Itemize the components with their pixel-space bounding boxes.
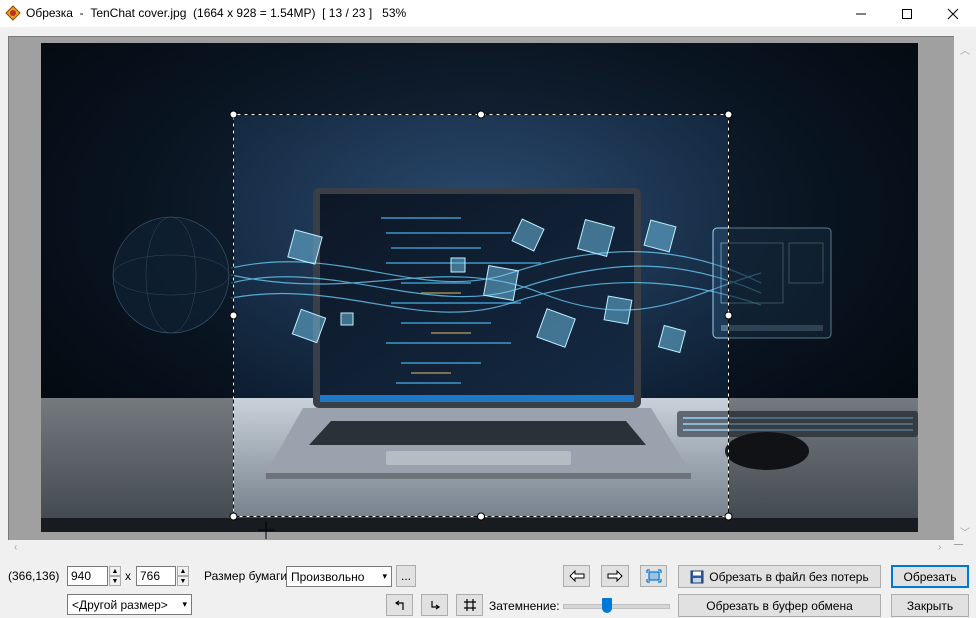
arrow-right-icon xyxy=(607,570,623,582)
arrow-left-icon xyxy=(568,570,584,582)
dim-slider-thumb[interactable] xyxy=(602,598,613,613)
scroll-up-icon[interactable]: ︿ xyxy=(960,42,970,57)
crop-handle-top xyxy=(477,110,485,119)
grid-toggle-button[interactable] xyxy=(456,594,483,616)
rotate-left-icon xyxy=(394,600,404,610)
crop-width-field[interactable]: 940 xyxy=(67,566,108,586)
crop-height-field[interactable]: 766 xyxy=(136,566,176,586)
close-button[interactable]: Закрыть xyxy=(891,594,969,617)
crop-clipboard-button[interactable]: Обрезать в буфер обмена xyxy=(678,594,881,617)
scroll-down-icon[interactable]: ﹀ xyxy=(960,524,970,539)
crop-lossless-button[interactable]: Обрезать в файл без потерь xyxy=(678,565,881,588)
spin-down-icon[interactable]: ▼ xyxy=(109,576,121,586)
size-separator: x xyxy=(125,569,131,583)
size-preset-value: <Другой размер> xyxy=(72,598,168,612)
paper-size-value: Произвольно xyxy=(291,570,365,584)
fit-selection-button[interactable] xyxy=(640,565,667,587)
chevron-down-icon: ▾ xyxy=(182,599,187,609)
spin-up-icon[interactable]: ▲ xyxy=(109,566,121,576)
fit-selection-icon xyxy=(645,569,662,583)
chevron-down-icon: ▾ xyxy=(382,571,387,581)
paper-size-label: Размер бумаги: xyxy=(204,569,291,583)
rotate-left-button[interactable] xyxy=(386,594,413,616)
paper-size-select[interactable]: Произвольно ▾ xyxy=(286,566,392,587)
vertical-scrollbar[interactable]: ︿ ﹀ xyxy=(954,36,976,544)
crop-handle-left xyxy=(229,311,238,320)
cursor-coordinates: (366,136) xyxy=(8,569,60,583)
crop-height-stepper[interactable]: ▲ ▼ xyxy=(177,566,189,586)
crop-handle-bottom xyxy=(477,512,485,521)
horizontal-scrollbar[interactable]: ‹ › xyxy=(8,540,954,557)
crop-width-stepper[interactable]: ▲ ▼ xyxy=(109,566,121,586)
crop-handle-top-left xyxy=(229,110,238,119)
size-preset-select[interactable]: <Другой размер> ▾ xyxy=(67,594,192,615)
floppy-icon xyxy=(690,570,704,583)
crop-lossless-label: Обрезать в файл без потерь xyxy=(709,569,869,584)
spin-down-icon[interactable]: ▼ xyxy=(177,576,189,586)
scroll-left-icon[interactable]: ‹ xyxy=(14,542,17,553)
grid-icon xyxy=(463,599,476,611)
scroll-right-icon[interactable]: › xyxy=(938,542,941,553)
previous-image-button[interactable] xyxy=(563,565,590,587)
crop-handle-bottom-right xyxy=(724,512,733,521)
crop-handle-top-right xyxy=(724,110,733,119)
crop-handle-right xyxy=(724,311,733,320)
dim-slider[interactable] xyxy=(563,604,670,609)
crop-button[interactable]: Обрезать xyxy=(891,565,969,588)
crop-selection[interactable] xyxy=(0,0,976,618)
spin-up-icon[interactable]: ▲ xyxy=(177,566,189,576)
next-image-button[interactable] xyxy=(601,565,629,587)
paper-size-more-button[interactable]: ... xyxy=(396,565,416,587)
rotate-right-button[interactable] xyxy=(421,594,448,616)
dim-label: Затемнение: xyxy=(489,599,560,613)
crop-handle-bottom-left xyxy=(229,512,238,521)
crosshair-cursor-icon xyxy=(258,522,275,539)
rotate-right-icon xyxy=(430,601,440,610)
